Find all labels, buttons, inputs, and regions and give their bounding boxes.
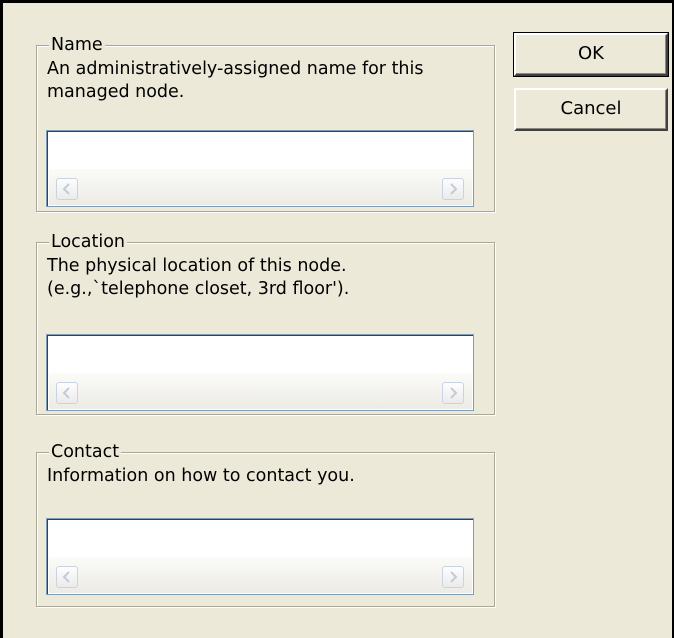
name-horizontal-scrollbar[interactable]: [49, 169, 472, 205]
location-description-line: (e.g.,`telephone closet, 3rd floor').: [47, 279, 350, 299]
location-groupbox: Location The physical location of this n…: [36, 230, 495, 415]
scroll-right-arrow-icon: [450, 571, 458, 583]
scroll-left-arrow-icon: [62, 387, 70, 399]
contact-groupbox: Contact Information on how to contact yo…: [36, 440, 495, 607]
scroll-left-arrow-icon: [62, 571, 70, 583]
scroll-left-arrow-icon: [62, 183, 70, 195]
name-description-line: managed node.: [47, 82, 185, 102]
location-text-field[interactable]: [46, 334, 474, 411]
name-description: An administratively-assigned name for th…: [47, 58, 424, 104]
scroll-right-button[interactable]: [442, 178, 464, 200]
scroll-right-button[interactable]: [442, 566, 464, 588]
contact-description: Information on how to contact you.: [47, 465, 355, 488]
scroll-right-arrow-icon: [450, 183, 458, 195]
contact-group-title: Contact: [49, 440, 122, 464]
contact-text-field[interactable]: [46, 518, 474, 595]
name-group-title: Name: [49, 33, 105, 57]
scroll-right-arrow-icon: [450, 387, 458, 399]
location-description: The physical location of this node. (e.g…: [47, 255, 349, 301]
name-text-field[interactable]: [46, 130, 474, 207]
scroll-left-button[interactable]: [56, 382, 78, 404]
contact-description-line: Information on how to contact you.: [47, 466, 355, 486]
name-description-line: An administratively-assigned name for th…: [47, 59, 424, 79]
scroll-left-button[interactable]: [56, 566, 78, 588]
location-group-title: Location: [49, 230, 128, 254]
snmp-system-dialog: Name An administratively-assigned name f…: [0, 0, 674, 638]
location-description-line: The physical location of this node.: [47, 256, 347, 276]
contact-horizontal-scrollbar[interactable]: [49, 557, 472, 593]
name-groupbox: Name An administratively-assigned name f…: [36, 33, 495, 212]
ok-button[interactable]: OK: [513, 32, 669, 77]
scroll-left-button[interactable]: [56, 178, 78, 200]
location-horizontal-scrollbar[interactable]: [49, 373, 472, 409]
cancel-button[interactable]: Cancel: [514, 88, 668, 131]
scroll-right-button[interactable]: [442, 382, 464, 404]
